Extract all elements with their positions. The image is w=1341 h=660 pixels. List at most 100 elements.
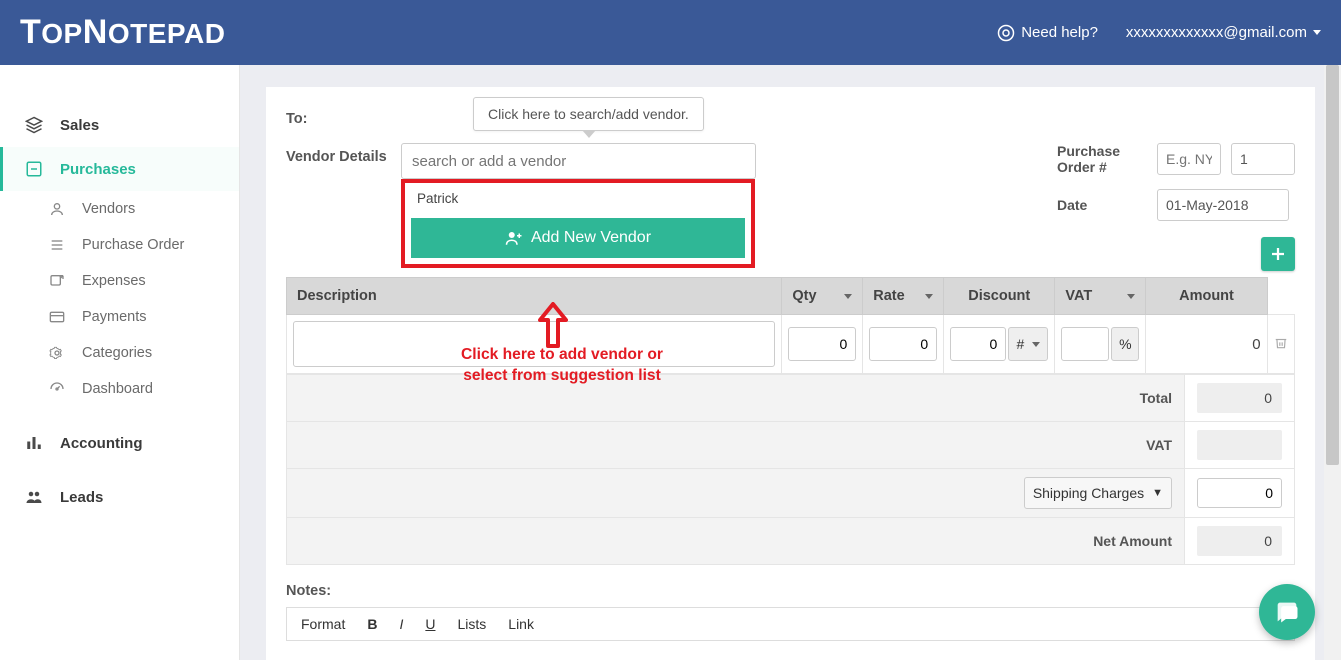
th-qty[interactable]: Qty <box>782 278 863 315</box>
main-content: To: Vendor Details Click here to search/… <box>240 65 1341 660</box>
sidebar-item-categories[interactable]: Categories <box>0 335 239 371</box>
link-button[interactable]: Link <box>508 616 534 632</box>
po-meta: Purchase Order # Date <box>1057 143 1295 221</box>
chevron-down-icon <box>1313 30 1321 35</box>
annotation-arrow-icon <box>538 302 568 348</box>
notes-toolbar: Format B I U Lists Link <box>286 607 1295 641</box>
vat-total-value <box>1197 430 1282 460</box>
gauge-icon <box>48 380 66 398</box>
share-icon <box>48 272 66 290</box>
user-menu[interactable]: xxxxxxxxxxxxx@gmail.com <box>1126 24 1321 41</box>
lists-menu[interactable]: Lists <box>457 616 486 632</box>
annotation-text: Click here to add vendor or select from … <box>432 344 692 386</box>
po-number-input[interactable] <box>1231 143 1295 175</box>
total-value: 0 <box>1197 383 1282 413</box>
chevron-down-icon <box>1127 294 1135 299</box>
sidebar-label: Dashboard <box>82 381 153 397</box>
add-line-button[interactable] <box>1261 237 1295 271</box>
sidebar-item-accounting[interactable]: Accounting <box>0 421 239 465</box>
app-logo: TOPNOTEPAD <box>20 13 225 52</box>
layers-icon <box>24 115 44 135</box>
qty-input[interactable] <box>788 327 856 361</box>
vendor-dropdown: Patrick Add New Vendor <box>401 179 755 268</box>
vendor-option[interactable]: Patrick <box>405 183 751 214</box>
chevron-down-icon <box>844 294 852 299</box>
sidebar-label: Categories <box>82 345 152 361</box>
top-right: Need help? xxxxxxxxxxxxx@gmail.com <box>997 24 1321 42</box>
sidebar-label: Payments <box>82 309 146 325</box>
chat-button[interactable] <box>1259 584 1315 640</box>
sidebar-item-sales[interactable]: Sales <box>0 103 239 147</box>
list-icon <box>48 236 66 254</box>
vendor-combobox: Click here to search/add vendor. Patrick… <box>401 143 756 179</box>
sidebar-item-payments[interactable]: Payments <box>0 299 239 335</box>
help-link[interactable]: Need help? <box>997 24 1098 42</box>
totals-table: Total 0 VAT Shipping Charges ▼ <box>286 374 1295 565</box>
add-vendor-label: Add New Vendor <box>531 229 651 247</box>
sidebar-label: Expenses <box>82 273 146 289</box>
plus-icon <box>1269 245 1287 263</box>
th-rate[interactable]: Rate <box>863 278 944 315</box>
charges-input[interactable] <box>1197 478 1282 508</box>
sidebar-item-dashboard[interactable]: Dashboard <box>0 371 239 407</box>
user-icon <box>48 200 66 218</box>
rate-input[interactable] <box>869 327 937 361</box>
notes-label: Notes: <box>286 583 1295 599</box>
po-prefix-input[interactable] <box>1157 143 1221 175</box>
discount-unit-select[interactable]: # <box>1008 327 1048 361</box>
date-input[interactable] <box>1157 189 1289 221</box>
format-menu[interactable]: Format <box>301 616 345 632</box>
bar-chart-icon <box>24 433 44 453</box>
sidebar-label: Leads <box>60 489 103 506</box>
sidebar-label: Purchases <box>60 161 136 178</box>
sidebar-item-vendors[interactable]: Vendors <box>0 191 239 227</box>
top-bar: TOPNOTEPAD Need help? xxxxxxxxxxxxx@gmai… <box>0 0 1341 65</box>
trash-icon <box>1274 336 1288 350</box>
date-label: Date <box>1057 197 1147 213</box>
discount-input[interactable] <box>950 327 1006 361</box>
sidebar: Sales Purchases Vendors Purchase Order E… <box>0 65 240 660</box>
sidebar-item-purchases[interactable]: Purchases <box>0 147 239 191</box>
help-label: Need help? <box>1021 24 1098 41</box>
chat-icon <box>1273 598 1301 626</box>
delete-row-button[interactable] <box>1267 315 1294 374</box>
net-amount-value: 0 <box>1197 526 1282 556</box>
vendor-search-input[interactable] <box>401 143 756 179</box>
vendor-details-label: Vendor Details <box>286 143 401 165</box>
underline-button[interactable]: U <box>425 616 435 632</box>
vat-unit: % <box>1111 327 1139 361</box>
th-discount: Discount <box>944 278 1055 315</box>
user-email: xxxxxxxxxxxxx@gmail.com <box>1126 24 1307 41</box>
scrollbar[interactable] <box>1324 65 1341 660</box>
th-description: Description <box>287 278 782 315</box>
vat-total-label: VAT <box>287 422 1185 469</box>
italic-button[interactable]: I <box>399 616 403 632</box>
sidebar-label: Vendors <box>82 201 135 217</box>
sidebar-item-leads[interactable]: Leads <box>0 475 239 519</box>
to-label: To: <box>286 105 401 127</box>
purchase-order-form: To: Vendor Details Click here to search/… <box>266 87 1315 660</box>
sidebar-label: Purchase Order <box>82 237 184 253</box>
chevron-down-icon <box>925 294 933 299</box>
scrollbar-thumb[interactable] <box>1326 65 1339 465</box>
add-new-vendor-button[interactable]: Add New Vendor <box>411 218 745 258</box>
sidebar-item-expenses[interactable]: Expenses <box>0 263 239 299</box>
vendor-tooltip: Click here to search/add vendor. <box>473 97 704 131</box>
sidebar-label: Accounting <box>60 435 143 452</box>
minus-square-icon <box>24 159 44 179</box>
th-amount: Amount <box>1146 278 1267 315</box>
card-icon <box>48 308 66 326</box>
gear-icon <box>48 344 66 362</box>
user-plus-icon <box>505 229 523 247</box>
bold-button[interactable]: B <box>367 616 377 632</box>
net-amount-label: Net Amount <box>287 518 1185 565</box>
vat-input[interactable] <box>1061 327 1109 361</box>
chevron-down-icon <box>1032 342 1040 347</box>
help-icon <box>997 24 1015 42</box>
amount-cell: 0 <box>1146 315 1267 374</box>
th-vat[interactable]: VAT <box>1055 278 1146 315</box>
charges-select[interactable]: Shipping Charges ▼ <box>1024 477 1172 509</box>
sidebar-item-purchase-order[interactable]: Purchase Order <box>0 227 239 263</box>
sidebar-label: Sales <box>60 117 99 134</box>
po-number-label: Purchase Order # <box>1057 143 1147 175</box>
